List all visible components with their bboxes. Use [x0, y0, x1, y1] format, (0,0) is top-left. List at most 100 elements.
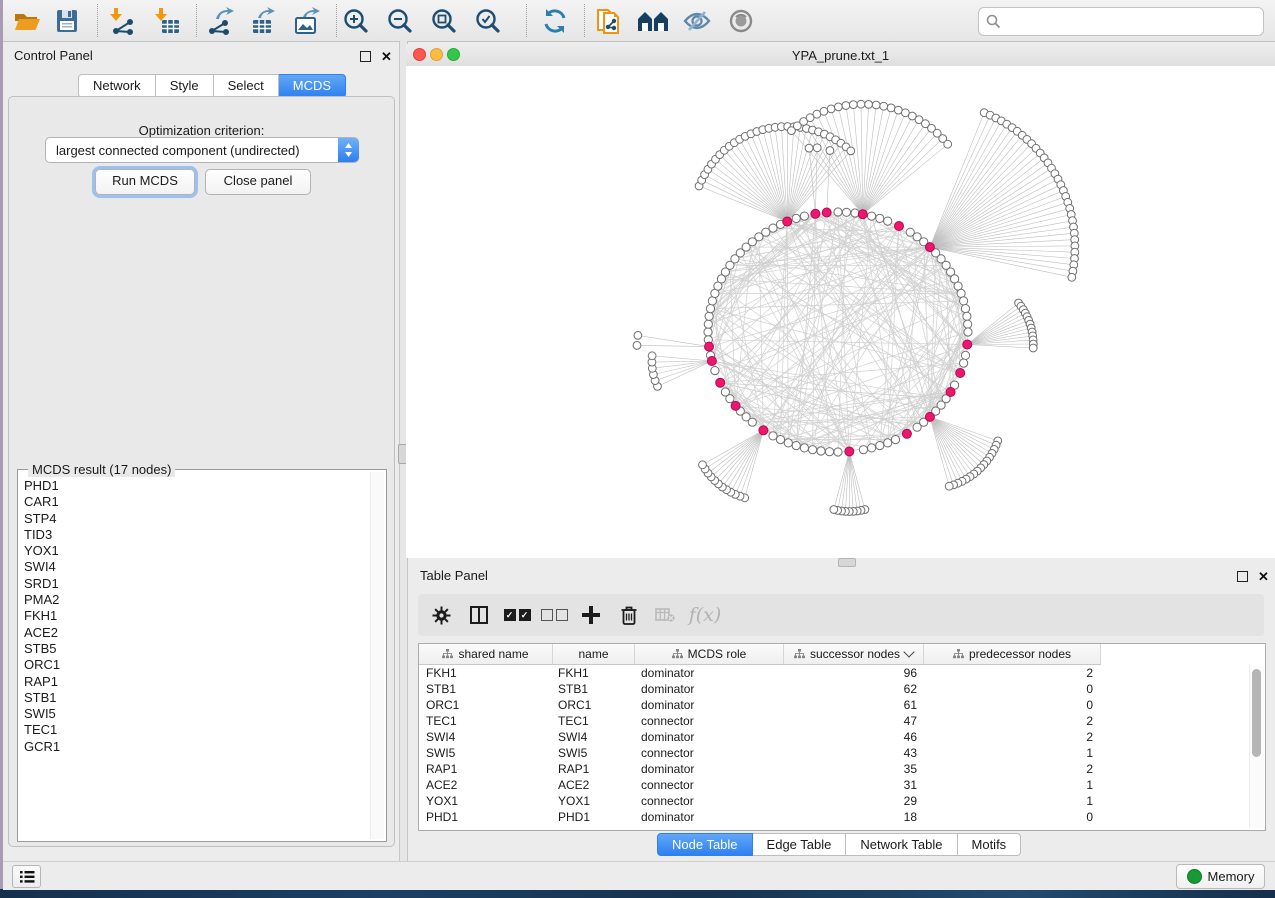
apply-layout-icon[interactable]	[539, 5, 571, 37]
export-image-icon[interactable]	[292, 5, 324, 37]
table-row[interactable]: ACE2ACE2connector311	[419, 777, 1101, 793]
column-header-successor-nodes[interactable]: successor nodes	[784, 644, 924, 664]
first-neighbors-icon[interactable]	[637, 5, 669, 37]
attribute-type-icon	[794, 649, 805, 659]
table-row[interactable]: YOX1YOX1connector291	[419, 793, 1101, 809]
table-cell: 0	[924, 681, 1101, 697]
tab-mcds[interactable]: MCDS	[279, 74, 346, 98]
mcds-result-item[interactable]: PMA2	[20, 592, 365, 608]
tab-motifs[interactable]: Motifs	[958, 833, 1022, 856]
tab-network-table[interactable]: Network Table	[846, 833, 957, 856]
mcds-result-item[interactable]: SRD1	[20, 576, 365, 592]
float-panel-icon[interactable]	[1237, 571, 1248, 582]
zoom-fit-icon[interactable]	[428, 5, 460, 37]
run-mcds-button[interactable]: Run MCDS	[95, 169, 195, 195]
table-cell: connector	[635, 777, 784, 793]
close-panel-icon[interactable]: ✕	[381, 52, 392, 61]
import-network-icon[interactable]	[106, 5, 138, 37]
optimization-criterion-select[interactable]: largest connected component (undirected)	[45, 137, 359, 163]
table-cell: dominator	[635, 681, 784, 697]
import-table-icon[interactable]	[151, 5, 183, 37]
table-cell: 2	[924, 665, 1101, 681]
show-all-icon[interactable]	[725, 5, 757, 37]
close-panel-button[interactable]: Close panel	[205, 169, 311, 195]
mcds-result-item[interactable]: GCR1	[20, 739, 365, 755]
mcds-result-item[interactable]: RAP1	[20, 674, 365, 690]
export-network-icon[interactable]	[204, 5, 236, 37]
select-all-checkboxes-icon[interactable]: ✓✓	[502, 601, 532, 629]
node-table-rows: FKH1FKH1dominator962STB1STB1dominator620…	[419, 665, 1101, 825]
table-row[interactable]: TEC1TEC1connector472	[419, 713, 1101, 729]
save-session-icon[interactable]	[51, 5, 83, 37]
mcds-result-item[interactable]: TID3	[20, 527, 365, 543]
network-view[interactable]	[406, 66, 1275, 558]
table-cell: 46	[784, 729, 924, 745]
column-header-MCDS-role[interactable]: MCDS role	[635, 644, 784, 664]
mcds-result-item[interactable]: STP4	[20, 511, 365, 527]
table-row[interactable]: PHD1PHD1dominator180	[419, 809, 1101, 825]
open-session-icon[interactable]	[11, 5, 43, 37]
mcds-result-item[interactable]: YOX1	[20, 543, 365, 559]
table-cell: 1	[924, 793, 1101, 809]
toolbar-separator	[196, 4, 197, 37]
toolbar-separator	[584, 4, 585, 37]
table-cell: dominator	[635, 665, 784, 681]
mcds-result-item[interactable]: ORC1	[20, 657, 365, 673]
add-column-icon[interactable]	[576, 601, 606, 629]
table-row[interactable]: FKH1FKH1dominator962	[419, 665, 1101, 681]
mcds-result-item[interactable]: STB1	[20, 690, 365, 706]
mcds-result-item[interactable]: CAR1	[20, 494, 365, 510]
tab-node-table[interactable]: Node Table	[657, 833, 753, 856]
zoom-selected-icon[interactable]	[472, 5, 504, 37]
network-window-title: YPA_prune.txt_1	[406, 48, 1275, 63]
mcds-result-item[interactable]: TEC1	[20, 722, 365, 738]
search-field[interactable]	[978, 7, 1264, 36]
column-header-name[interactable]: name	[553, 644, 635, 664]
show-columns-icon[interactable]	[464, 601, 494, 629]
mcds-result-item[interactable]: STB5	[20, 641, 365, 657]
table-cell: dominator	[635, 697, 784, 713]
tab-edge-table[interactable]: Edge Table	[753, 833, 847, 856]
mcds-result-item[interactable]: SWI4	[20, 559, 365, 575]
delete-column-icon[interactable]	[614, 601, 644, 629]
column-header-predecessor-nodes[interactable]: predecessor nodes	[924, 644, 1101, 664]
mcds-result-list[interactable]: PHD1CAR1STP4TID3YOX1SWI4SRD1PMA2FKH1ACE2…	[20, 478, 365, 755]
control-panel-title: Control Panel	[14, 48, 93, 63]
table-row[interactable]: RAP1RAP1dominator352	[419, 761, 1101, 777]
mcds-result-item[interactable]: ACE2	[20, 625, 365, 641]
hide-selected-icon[interactable]	[681, 5, 713, 37]
column-settings-gear-icon[interactable]	[426, 601, 456, 629]
search-input[interactable]	[1001, 12, 1263, 32]
zoom-in-icon[interactable]	[340, 5, 372, 37]
node-table[interactable]: shared namenameMCDS rolesuccessor nodesp…	[418, 643, 1266, 831]
deselect-all-checkboxes-icon[interactable]: ✓✓	[539, 601, 569, 629]
close-panel-icon[interactable]: ✕	[1258, 572, 1269, 581]
table-row[interactable]: SWI4SWI4dominator462	[419, 729, 1101, 745]
table-scrollbar-thumb[interactable]	[1252, 669, 1261, 757]
optimization-criterion-label: Optimization criterion:	[9, 123, 394, 138]
tab-select[interactable]: Select	[214, 74, 279, 98]
memory-button[interactable]: Memory	[1176, 864, 1265, 889]
horizontal-splitter-grip[interactable]	[838, 558, 856, 567]
table-cell: SWI4	[553, 729, 635, 745]
toolbar-separator	[97, 4, 98, 37]
task-history-button[interactable]	[12, 865, 41, 888]
table-row[interactable]: STB1STB1dominator620	[419, 681, 1101, 697]
new-network-from-selection-icon[interactable]	[593, 5, 625, 37]
table-row[interactable]: SWI5SWI5connector431	[419, 745, 1101, 761]
table-scrollbar[interactable]	[1249, 666, 1264, 828]
mcds-result-item[interactable]: SWI5	[20, 706, 365, 722]
tab-style[interactable]: Style	[156, 74, 214, 98]
mcds-result-item[interactable]: PHD1	[20, 478, 365, 494]
float-panel-icon[interactable]	[360, 51, 371, 62]
mcds-list-scrollbar[interactable]	[370, 472, 384, 839]
zoom-out-icon[interactable]	[384, 5, 416, 37]
tab-network[interactable]: Network	[78, 74, 156, 98]
export-table-icon[interactable]	[248, 5, 280, 37]
table-cell: TEC1	[553, 713, 635, 729]
table-cell: SWI4	[419, 729, 553, 745]
table-cell: 2	[924, 761, 1101, 777]
mcds-result-item[interactable]: FKH1	[20, 608, 365, 624]
column-header-shared-name[interactable]: shared name	[419, 644, 553, 664]
table-row[interactable]: ORC1ORC1dominator610	[419, 697, 1101, 713]
